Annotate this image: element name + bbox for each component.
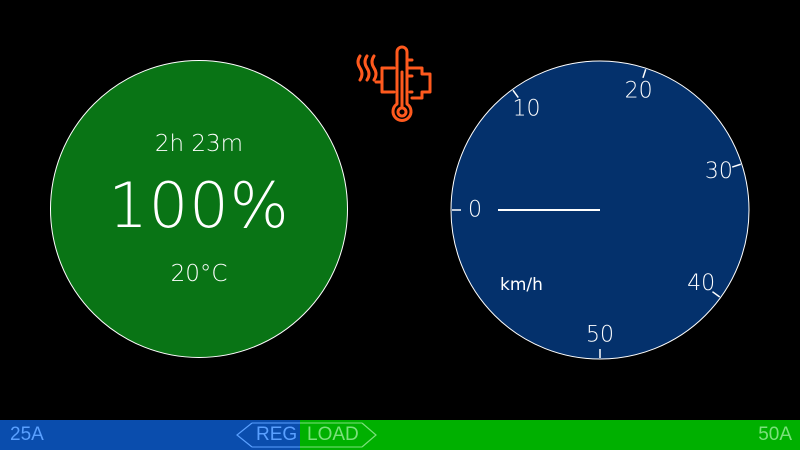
speedometer: 0 10 20 30 40 50 km/h (450, 60, 750, 360)
load-max-label: 50A (758, 424, 792, 445)
regen-max-label: 25A (10, 424, 44, 445)
speed-tick-label: 0 (468, 198, 482, 223)
load-label: LOAD (307, 424, 359, 445)
load-arrow-icon (361, 422, 377, 448)
regen-arrow-icon (236, 422, 253, 448)
current-bar: 25A REG LOAD 50A (0, 420, 800, 450)
time-remaining: 2h 23m (154, 131, 244, 157)
charge-percent: 100% (108, 169, 290, 242)
speed-tick-label: 30 (705, 159, 733, 184)
speed-unit-label: km/h (500, 275, 543, 295)
motor-temperature-warning-icon (356, 45, 432, 122)
speed-tick-label: 20 (625, 79, 653, 104)
battery-gauge: 2h 23m 100% 20°C (50, 60, 348, 358)
current-bar-arrows (236, 422, 377, 448)
battery-temperature: 20°C (170, 261, 228, 287)
speed-tick-label: 10 (513, 96, 541, 121)
speed-tick-label: 40 (687, 271, 715, 296)
regen-label: REG (256, 424, 298, 445)
speed-tick-label: 50 (586, 323, 614, 348)
